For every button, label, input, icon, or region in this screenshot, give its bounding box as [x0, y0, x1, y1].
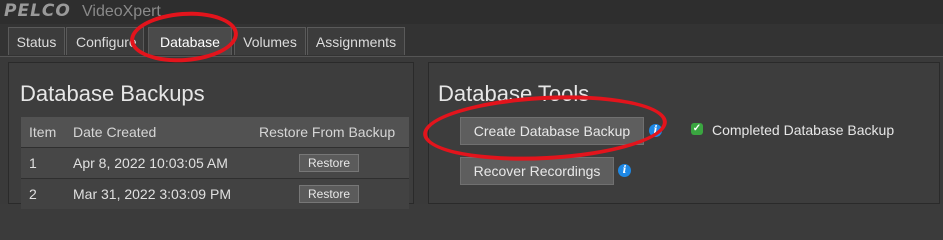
column-item: Item	[29, 124, 57, 140]
table-row: 2 Mar 31, 2022 3:03:09 PM Restore	[21, 178, 409, 209]
brand-logo: PELCO	[4, 1, 71, 21]
backup-status-text: Completed Database Backup	[712, 122, 895, 138]
tab-assignments[interactable]: Assignments	[307, 27, 405, 55]
row-item: 1	[29, 155, 37, 171]
tab-bar: Status Configure Database Volumes Assign…	[0, 24, 943, 57]
info-icon[interactable]: i	[649, 124, 662, 137]
table-header: Item Date Created Restore From Backup	[21, 117, 409, 147]
table-row: 1 Apr 8, 2022 10:03:05 AM Restore	[21, 147, 409, 178]
tab-configure[interactable]: Configure	[66, 27, 144, 55]
tools-title: Database Tools	[438, 81, 590, 106]
row-item: 2	[29, 186, 37, 202]
database-tools-panel: Database Tools Create Database Backup i …	[428, 62, 940, 204]
column-date-created: Date Created	[73, 124, 157, 140]
create-database-backup-button[interactable]: Create Database Backup	[460, 117, 644, 145]
backups-title: Database Backups	[20, 81, 205, 106]
tab-volumes[interactable]: Volumes	[234, 27, 306, 55]
check-icon: ✓	[691, 123, 703, 135]
restore-button[interactable]: Restore	[299, 185, 359, 203]
row-date: Mar 31, 2022 3:03:09 PM	[73, 186, 231, 202]
restore-button[interactable]: Restore	[299, 154, 359, 172]
info-icon[interactable]: i	[618, 164, 631, 177]
tab-database[interactable]: Database	[148, 27, 232, 55]
app-title: VideoXpert	[82, 3, 161, 20]
column-restore: Restore From Backup	[259, 124, 396, 140]
row-date: Apr 8, 2022 10:03:05 AM	[73, 155, 228, 171]
title-bar: PELCO VideoXpert	[0, 0, 943, 24]
backups-table: Item Date Created Restore From Backup 1 …	[21, 117, 409, 209]
tab-status[interactable]: Status	[8, 27, 65, 55]
recover-recordings-button[interactable]: Recover Recordings	[460, 157, 614, 185]
app-window: PELCO VideoXpert Status Configure Databa…	[0, 0, 943, 209]
database-backups-panel: Database Backups Item Date Created Resto…	[8, 62, 414, 209]
